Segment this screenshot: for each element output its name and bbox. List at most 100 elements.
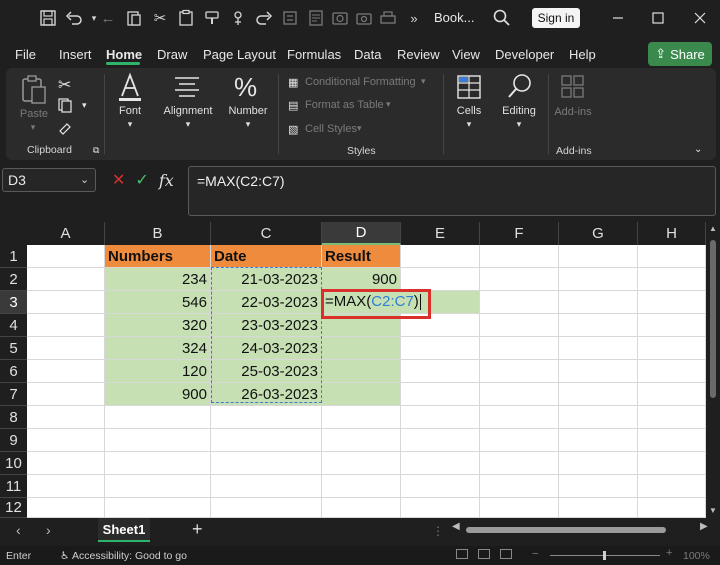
paste-button[interactable]: [20, 75, 48, 110]
format-painter-ribbon-icon[interactable]: [57, 120, 73, 141]
grid-cell[interactable]: [105, 452, 211, 475]
format-as-table-icon[interactable]: ▤: [288, 99, 298, 112]
cell-b3[interactable]: 546: [105, 291, 211, 314]
horizontal-scroll-thumb[interactable]: [466, 527, 666, 533]
fx-icon[interactable]: fx: [159, 171, 174, 190]
select-all-corner[interactable]: [0, 222, 27, 245]
tab-help[interactable]: Help: [569, 47, 596, 62]
maximize-icon[interactable]: [648, 8, 668, 28]
alignment-dropdown-icon[interactable]: ▾: [183, 119, 193, 130]
row-header-1[interactable]: 1: [0, 245, 27, 268]
cancel-icon[interactable]: ✕: [112, 170, 125, 190]
page-break-view-icon[interactable]: [500, 549, 512, 559]
grid-cell[interactable]: [638, 337, 706, 360]
tab-bar-more-icon[interactable]: ⋮: [432, 524, 444, 538]
grid-cell[interactable]: [27, 452, 105, 475]
save-icon[interactable]: [38, 8, 58, 28]
search-icon[interactable]: [492, 8, 512, 28]
grid-cell[interactable]: [559, 291, 638, 314]
row-header-2[interactable]: 2: [0, 268, 27, 291]
grid-cell[interactable]: [401, 337, 480, 360]
grid-cell[interactable]: [105, 475, 211, 498]
collapse-ribbon-icon[interactable]: ⌄: [694, 144, 702, 155]
column-header-c[interactable]: C: [211, 222, 322, 245]
add-sheet-button[interactable]: +: [192, 519, 203, 540]
grid-cell[interactable]: [401, 475, 480, 498]
grid-cell[interactable]: [480, 383, 559, 406]
grid-cell[interactable]: [322, 406, 401, 429]
cell-d6[interactable]: [322, 360, 401, 383]
font-label[interactable]: Font: [112, 105, 148, 117]
prev-sheet-icon[interactable]: ‹: [16, 522, 21, 538]
column-header-a[interactable]: A: [27, 222, 105, 245]
grid-cell[interactable]: [638, 406, 706, 429]
row-header-3[interactable]: 3: [0, 291, 27, 314]
grid-cell[interactable]: [480, 452, 559, 475]
cut-ribbon-icon[interactable]: ✂: [58, 75, 71, 95]
copy-dropdown-icon[interactable]: ▾: [82, 100, 87, 111]
grid-cell[interactable]: [322, 429, 401, 452]
addins-label[interactable]: Add-ins: [550, 106, 596, 118]
tab-draw[interactable]: Draw: [157, 47, 187, 62]
grid-cell[interactable]: [480, 429, 559, 452]
cell-styles-button[interactable]: Cell Styles: [305, 123, 357, 135]
percent-icon[interactable]: %: [234, 72, 257, 103]
cell-b4[interactable]: 320: [105, 314, 211, 337]
alignment-icon[interactable]: [173, 75, 201, 104]
screenshot-icon[interactable]: [330, 8, 350, 28]
cell-c1[interactable]: Date: [211, 245, 322, 268]
alignment-label[interactable]: Alignment: [160, 105, 216, 117]
grid-cell[interactable]: [401, 452, 480, 475]
enter-check-icon[interactable]: ✓: [135, 170, 148, 190]
cells-dropdown-icon[interactable]: ▾: [464, 119, 474, 130]
grid-cell[interactable]: [27, 268, 105, 291]
cell-styles-dropdown-icon[interactable]: ▾: [357, 123, 362, 134]
grid-cell[interactable]: [211, 498, 322, 518]
clipboard-launcher-icon[interactable]: ⧉: [93, 145, 99, 156]
grid-cell[interactable]: [105, 429, 211, 452]
tab-data[interactable]: Data: [354, 47, 381, 62]
grid-cell[interactable]: [638, 429, 706, 452]
cut-icon[interactable]: ✂: [150, 8, 170, 28]
grid-cell[interactable]: [480, 360, 559, 383]
scroll-down-icon[interactable]: ▼: [709, 506, 717, 515]
grid-cell[interactable]: [27, 406, 105, 429]
scroll-up-icon[interactable]: ▲: [709, 224, 717, 233]
grid-cell[interactable]: [401, 245, 480, 268]
tab-insert[interactable]: Insert: [59, 47, 92, 62]
grid-cell[interactable]: [27, 383, 105, 406]
grid-cell[interactable]: [401, 268, 480, 291]
camera-icon[interactable]: [354, 8, 374, 28]
grid-cell[interactable]: [559, 245, 638, 268]
column-header-f[interactable]: F: [480, 222, 559, 245]
row-header-12[interactable]: 12: [0, 498, 27, 518]
column-header-b[interactable]: B: [105, 222, 211, 245]
cell-b1[interactable]: Numbers: [105, 245, 211, 268]
format-as-table-dropdown-icon[interactable]: ▾: [386, 99, 391, 110]
grid-cell[interactable]: [480, 291, 559, 314]
grid-cell[interactable]: [27, 498, 105, 518]
formula-input[interactable]: =MAX(C2:C7): [188, 166, 716, 216]
grid-cell[interactable]: [559, 268, 638, 291]
row-header-5[interactable]: 5: [0, 337, 27, 360]
grid-cell[interactable]: [638, 314, 706, 337]
grid-cell[interactable]: [638, 268, 706, 291]
vertical-scroll-thumb[interactable]: [710, 240, 716, 398]
grid-cell[interactable]: [559, 360, 638, 383]
scroll-right-icon[interactable]: ▶: [700, 521, 708, 532]
row-header-6[interactable]: 6: [0, 360, 27, 383]
grid-cell[interactable]: [401, 383, 480, 406]
cell-b5[interactable]: 324: [105, 337, 211, 360]
grid-cell[interactable]: [638, 360, 706, 383]
tab-page-layout[interactable]: Page Layout: [203, 47, 276, 62]
cells-icon[interactable]: [456, 74, 482, 105]
undo-icon[interactable]: [64, 8, 84, 28]
copy-ribbon-icon[interactable]: [57, 97, 73, 118]
grid-cell[interactable]: [401, 429, 480, 452]
grid-cell[interactable]: [480, 475, 559, 498]
zoom-slider-thumb[interactable]: [603, 551, 606, 560]
conditional-formatting-dropdown-icon[interactable]: ▾: [421, 76, 426, 87]
grid-cell[interactable]: [638, 452, 706, 475]
grid-cell[interactable]: [27, 337, 105, 360]
touch-mode-icon[interactable]: [228, 8, 248, 28]
